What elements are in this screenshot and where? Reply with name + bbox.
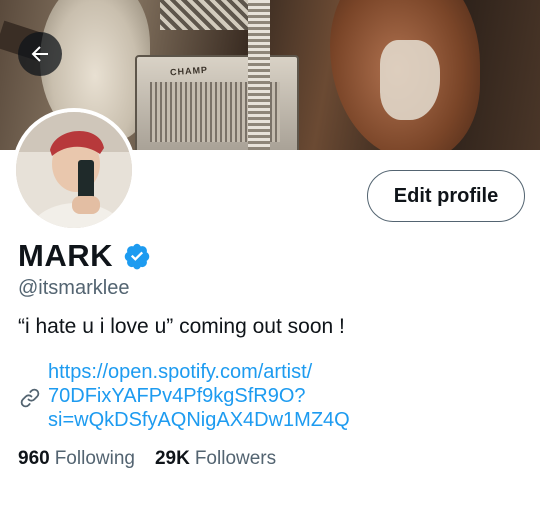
profile-link[interactable]: https://open.spotify.com/artist/ 70DFixY…: [48, 360, 350, 432]
following-link[interactable]: 960 Following: [18, 448, 135, 470]
profile-bio: “i hate u i love u” coming out soon !: [18, 315, 345, 338]
link-icon: [20, 388, 40, 408]
followers-count: 29K: [154, 448, 190, 469]
followers-link[interactable]: 29K Followers: [155, 448, 276, 470]
followers-label: Followers: [194, 448, 277, 469]
pickguard: [380, 40, 440, 120]
profile-website[interactable]: https://open.spotify.com/artist/ 70DFixY…: [18, 360, 350, 432]
following-label: Following: [54, 448, 135, 469]
profile-name: MARK: [18, 238, 113, 273]
avatar[interactable]: [12, 108, 136, 232]
following-count: 960: [18, 448, 50, 469]
banner-pattern: [160, 0, 250, 30]
coiled-cable: [248, 0, 270, 150]
arrow-left-icon: [31, 46, 48, 62]
edit-profile-button[interactable]: Edit profile: [367, 170, 525, 222]
profile-handle: @itsmarklee: [18, 277, 130, 299]
profile-link-line[interactable]: https://open.spotify.com/artist/: [48, 360, 350, 384]
follow-stats: 960 Following 29K Followers: [18, 448, 276, 470]
profile-name-row: MARK: [18, 238, 151, 274]
profile-link-line[interactable]: 70DFixYAFPv4Pf9kgSfR9O?: [48, 384, 350, 408]
avatar-photo: [16, 112, 132, 228]
profile-link-line[interactable]: si=wQkDSfyAQNigAX4Dw1MZ4Q: [48, 408, 350, 432]
verified-badge-icon: [124, 243, 150, 270]
back-button[interactable]: [18, 32, 62, 76]
